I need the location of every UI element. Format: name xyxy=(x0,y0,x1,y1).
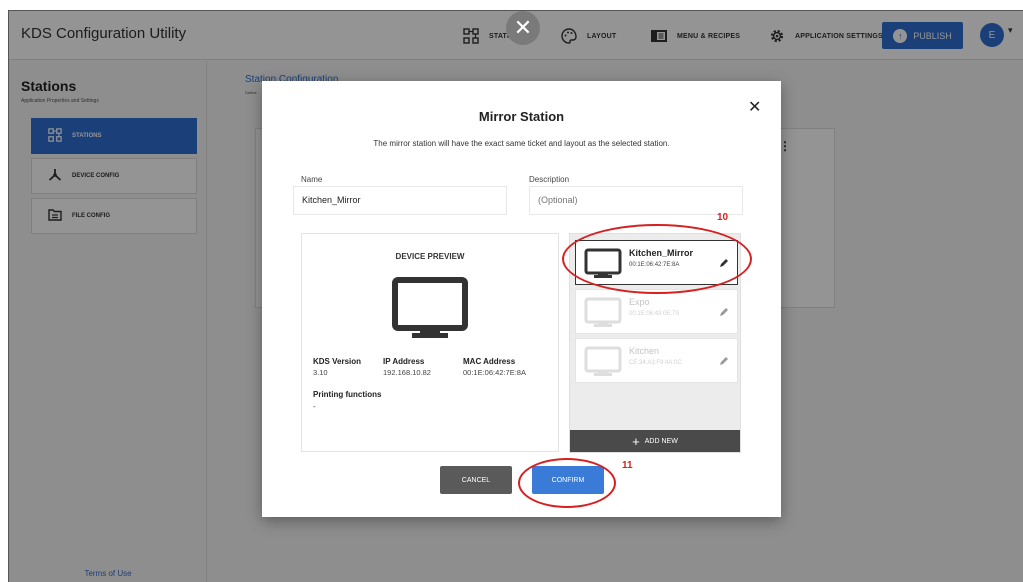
device-preview-panel: DEVICE PREVIEW KDS Version 3.10 IP Addre… xyxy=(301,233,559,452)
pencil-icon[interactable] xyxy=(719,353,729,371)
station-card-kitchen[interactable]: Kitchen CE:34:A3:F9:4A:0C xyxy=(575,338,738,383)
plus-icon: + xyxy=(632,433,640,449)
kds-version-value: 3.10 xyxy=(313,368,328,377)
printing-functions-label: Printing functions xyxy=(313,390,382,399)
ip-address-label: IP Address xyxy=(383,357,425,366)
dialog-title: Mirror Station xyxy=(478,109,565,124)
monitor-icon xyxy=(392,277,468,346)
monitor-icon xyxy=(584,346,622,383)
name-field[interactable]: Kitchen_Mirror xyxy=(293,186,507,215)
printing-functions-value: - xyxy=(313,402,316,411)
annotation-step-10: 10 xyxy=(717,212,729,223)
dialog-description: The mirror station will have the exact s… xyxy=(373,139,670,148)
mirror-station-dialog: Mirror Station ✕ The mirror station will… xyxy=(262,81,781,517)
pencil-icon[interactable] xyxy=(719,304,729,322)
description-field[interactable]: (Optional) xyxy=(529,186,743,215)
annotation-ellipse-confirm xyxy=(518,458,616,508)
add-new-label: ADD NEW xyxy=(644,437,678,445)
station-card-expo[interactable]: Expo 00:1E:06:43:0E:7S xyxy=(575,289,738,334)
annotation-ellipse-station xyxy=(562,224,752,294)
close-icon[interactable]: ✕ xyxy=(506,11,540,45)
mac-address-value: 00:1E:06:42:7E:8A xyxy=(463,368,526,377)
add-new-button[interactable]: + ADD NEW xyxy=(570,430,740,452)
description-label: Description xyxy=(529,175,570,184)
station-mac: 00:1E:06:43:0E:7S xyxy=(629,311,680,317)
monitor-icon xyxy=(584,297,622,334)
name-label: Name xyxy=(301,175,323,184)
device-preview-title: DEVICE PREVIEW xyxy=(395,252,465,261)
station-mac: CE:34:A3:F9:4A:0C xyxy=(629,360,682,366)
station-name: Expo xyxy=(629,297,650,307)
ip-address-value: 192.168.10.82 xyxy=(383,368,431,377)
close-icon[interactable]: ✕ xyxy=(748,97,761,117)
annotation-step-11: 11 xyxy=(622,460,633,471)
kds-version-label: KDS Version xyxy=(313,357,362,366)
cancel-button[interactable]: CANCEL xyxy=(440,466,512,494)
mac-address-label: MAC Address xyxy=(463,357,516,366)
station-name: Kitchen xyxy=(629,346,660,356)
